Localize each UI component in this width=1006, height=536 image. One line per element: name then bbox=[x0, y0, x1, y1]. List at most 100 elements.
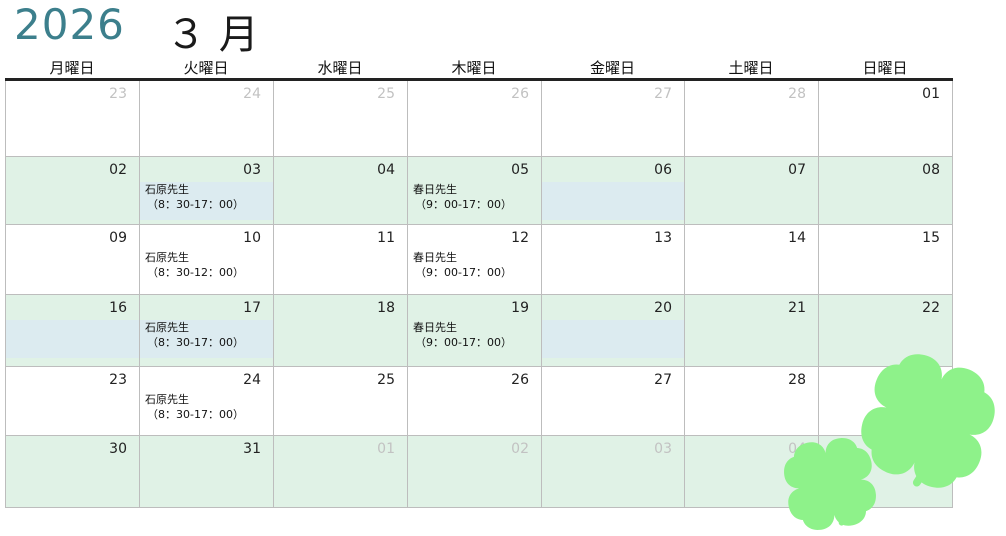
day-number: 05 bbox=[511, 162, 529, 178]
event-time: （8：30-17：00） bbox=[147, 336, 244, 349]
calendar-day-cell[interactable]: 27 bbox=[542, 81, 685, 156]
day-number: 13 bbox=[654, 230, 672, 246]
day-number: 19 bbox=[511, 300, 529, 316]
schedule-event[interactable]: 春日先生 （9：00-17：00） bbox=[413, 250, 512, 280]
day-number: 18 bbox=[377, 300, 395, 316]
weekday-label: 月曜日 bbox=[49, 59, 95, 77]
weekday-label: 金曜日 bbox=[589, 59, 635, 77]
day-number: 01 bbox=[922, 86, 940, 102]
day-number: 02 bbox=[109, 162, 127, 178]
calendar-day-cell[interactable]: 16 bbox=[6, 295, 140, 366]
day-number: 20 bbox=[654, 300, 672, 316]
day-number: 27 bbox=[654, 86, 672, 102]
schedule-event[interactable]: 春日先生 （9：00-17：00） bbox=[413, 320, 512, 350]
weekday-label: 木曜日 bbox=[451, 59, 497, 77]
calendar-day-cell[interactable]: 01 bbox=[274, 436, 408, 507]
calendar-day-cell[interactable]: 09 bbox=[6, 225, 140, 294]
calendar-week-row: 16 17 石原先生 （8：30-17：00） 18 19 春日先生 （9：00-17：00）… bbox=[6, 295, 953, 367]
calendar-day-cell[interactable]: 17 石原先生 （8：30-17：00） bbox=[140, 295, 274, 366]
event-time: （8：30-17：00） bbox=[147, 408, 244, 421]
calendar-day-cell[interactable]: 05 春日先生 （9：00-17：00） bbox=[408, 157, 542, 224]
calendar-day-cell[interactable]: 04 bbox=[274, 157, 408, 224]
calendar-day-cell[interactable]: 30 bbox=[6, 436, 140, 507]
calendar-day-cell[interactable]: 27 bbox=[542, 367, 685, 435]
day-highlight bbox=[542, 182, 684, 220]
calendar-day-cell[interactable]: 01 bbox=[819, 81, 953, 156]
calendar-day-cell[interactable]: 06 bbox=[542, 157, 685, 224]
calendar-day-cell[interactable]: 19 春日先生 （9：00-17：00） bbox=[408, 295, 542, 366]
event-time: （9：00-17：00） bbox=[415, 266, 512, 279]
day-number: 03 bbox=[654, 441, 672, 457]
day-number: 06 bbox=[654, 162, 672, 178]
day-number: 12 bbox=[511, 230, 529, 246]
event-title: 石原先生 bbox=[145, 251, 189, 264]
calendar-day-cell[interactable]: 21 bbox=[685, 295, 819, 366]
calendar-day-cell[interactable]: 13 bbox=[542, 225, 685, 294]
calendar-year: 2026 bbox=[14, 0, 125, 49]
calendar-day-cell[interactable]: 26 bbox=[408, 367, 542, 435]
calendar-day-cell[interactable]: 28 bbox=[685, 367, 819, 435]
day-number: 28 bbox=[788, 86, 806, 102]
day-number: 30 bbox=[109, 441, 127, 457]
day-number: 27 bbox=[654, 372, 672, 388]
schedule-event[interactable]: 石原先生 （8：30-17：00） bbox=[145, 320, 244, 350]
event-time: （8：30-12：00） bbox=[147, 266, 244, 279]
calendar-day-cell[interactable]: 25 bbox=[274, 81, 408, 156]
calendar-day-cell[interactable]: 31 bbox=[140, 436, 274, 507]
schedule-event[interactable]: 石原先生 （8：30-12：00） bbox=[145, 250, 244, 280]
weekday-header-row: 月曜日 火曜日 水曜日 木曜日 金曜日 土曜日 日曜日 bbox=[5, 57, 953, 81]
weekday-label: 火曜日 bbox=[183, 59, 229, 77]
calendar-day-cell[interactable]: 18 bbox=[274, 295, 408, 366]
schedule-event[interactable]: 春日先生 （9：00-17：00） bbox=[413, 182, 512, 212]
calendar-day-cell[interactable]: 23 bbox=[6, 367, 140, 435]
day-number: 09 bbox=[109, 230, 127, 246]
day-number: 21 bbox=[788, 300, 806, 316]
calendar-day-cell[interactable]: 24 bbox=[140, 81, 274, 156]
calendar-day-cell[interactable]: 07 bbox=[685, 157, 819, 224]
day-number: 26 bbox=[511, 86, 529, 102]
calendar-week-row: 09 10 石原先生 （8：30-12：00） 11 12 春日先生 （9：00-17：00）… bbox=[6, 225, 953, 295]
day-number: 15 bbox=[922, 230, 940, 246]
calendar-day-cell[interactable]: 12 春日先生 （9：00-17：00） bbox=[408, 225, 542, 294]
calendar-day-cell[interactable]: 08 bbox=[819, 157, 953, 224]
day-number: 17 bbox=[243, 300, 261, 316]
calendar-day-cell[interactable]: 25 bbox=[274, 367, 408, 435]
calendar-day-cell[interactable]: 03 石原先生 （8：30-17：00） bbox=[140, 157, 274, 224]
event-title: 石原先生 bbox=[145, 321, 189, 334]
calendar-day-cell[interactable]: 02 bbox=[6, 157, 140, 224]
calendar-day-cell[interactable]: 20 bbox=[542, 295, 685, 366]
event-title: 春日先生 bbox=[413, 183, 457, 196]
calendar-day-cell[interactable]: 23 bbox=[6, 81, 140, 156]
calendar-day-cell[interactable]: 03 bbox=[542, 436, 685, 507]
calendar-day-cell[interactable]: 24 石原先生 （8：30-17：00） bbox=[140, 367, 274, 435]
day-number: 01 bbox=[377, 441, 395, 457]
day-number: 24 bbox=[243, 372, 261, 388]
calendar-day-cell[interactable]: 28 bbox=[685, 81, 819, 156]
calendar-day-cell[interactable]: 15 bbox=[819, 225, 953, 294]
day-number: 14 bbox=[788, 230, 806, 246]
day-number: 22 bbox=[922, 300, 940, 316]
calendar-day-cell[interactable]: 02 bbox=[408, 436, 542, 507]
day-number: 07 bbox=[788, 162, 806, 178]
day-number: 08 bbox=[922, 162, 940, 178]
calendar-day-cell[interactable]: 11 bbox=[274, 225, 408, 294]
day-number: 02 bbox=[511, 441, 529, 457]
event-title: 春日先生 bbox=[413, 321, 457, 334]
day-number: 16 bbox=[109, 300, 127, 316]
day-number: 25 bbox=[377, 86, 395, 102]
calendar-day-cell[interactable]: 10 石原先生 （8：30-12：00） bbox=[140, 225, 274, 294]
event-title: 石原先生 bbox=[145, 393, 189, 406]
day-number: 23 bbox=[109, 372, 127, 388]
day-highlight bbox=[6, 320, 139, 358]
calendar-day-cell[interactable]: 26 bbox=[408, 81, 542, 156]
event-title: 石原先生 bbox=[145, 183, 189, 196]
day-number: 26 bbox=[511, 372, 529, 388]
day-number: 03 bbox=[243, 162, 261, 178]
calendar-day-cell[interactable]: 14 bbox=[685, 225, 819, 294]
day-number: 04 bbox=[377, 162, 395, 178]
calendar-month: ３ 月 bbox=[166, 12, 259, 58]
day-highlight bbox=[542, 320, 684, 358]
day-number: 23 bbox=[109, 86, 127, 102]
schedule-event[interactable]: 石原先生 （8：30-17：00） bbox=[145, 182, 244, 212]
schedule-event[interactable]: 石原先生 （8：30-17：00） bbox=[145, 392, 244, 422]
